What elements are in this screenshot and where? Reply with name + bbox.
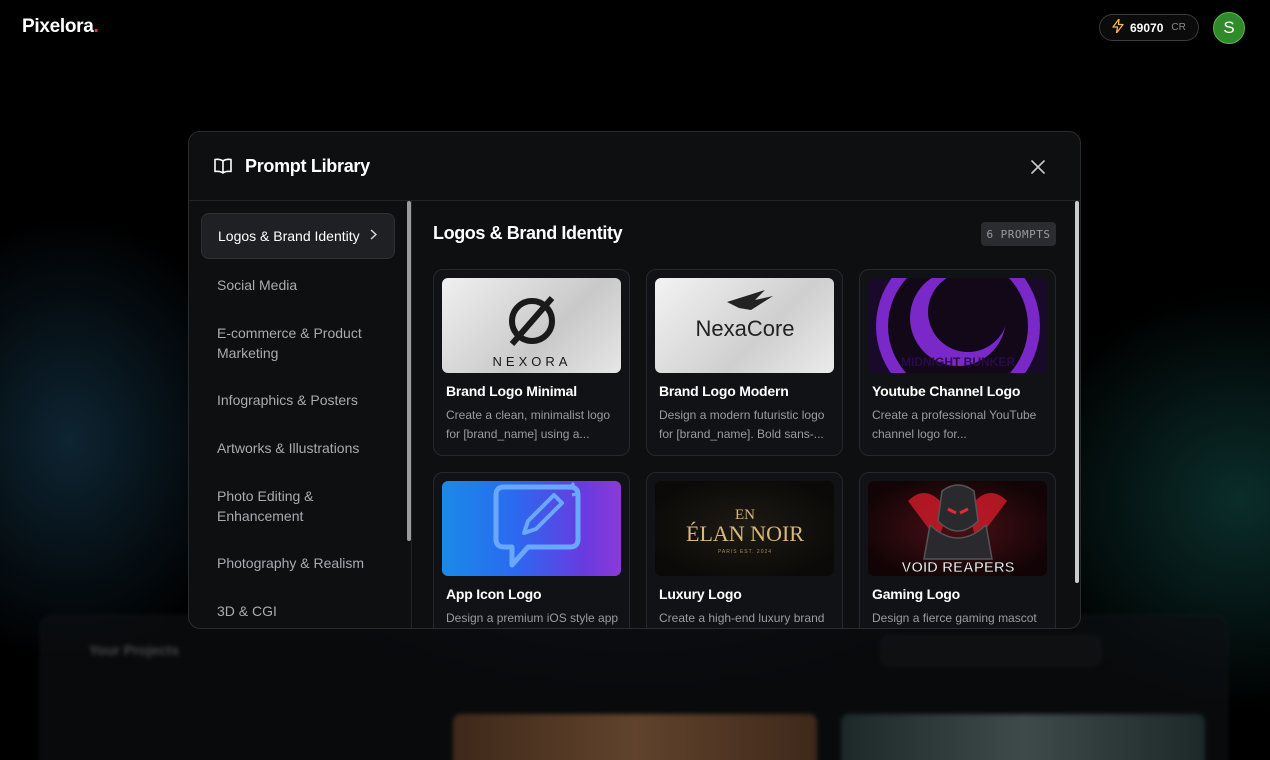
sidebar-item-artworks[interactable]: Artworks & Illustrations — [201, 438, 395, 458]
nexacore-logo-thumbnail: NexaCore — [655, 278, 834, 373]
prompt-card-gaming-logo[interactable]: VOID REAPERS Gaming Logo Design a fierce… — [859, 472, 1056, 628]
sidebar-item-social-media[interactable]: Social Media — [201, 275, 395, 295]
svg-text:MIDNIGHT BUNKER: MIDNIGHT BUNKER — [901, 355, 1015, 369]
background-project-thumb — [453, 714, 817, 760]
card-description: Design a modern futuristic logo for [bra… — [659, 408, 825, 441]
content-scrollbar[interactable] — [1075, 201, 1079, 583]
card-title: Brand Logo Minimal — [446, 383, 577, 399]
void-reapers-logo-thumbnail: VOID REAPERS — [868, 481, 1047, 576]
prompt-library-modal: Prompt Library Logos & Brand Identity So… — [188, 131, 1081, 629]
book-open-icon — [213, 156, 233, 176]
card-title: Brand Logo Modern — [659, 383, 789, 399]
background-search-box — [881, 636, 1101, 666]
credits-pill[interactable]: 69070 CR — [1099, 14, 1199, 41]
prompt-content: Logos & Brand Identity 6 PROMPTS NEXORA … — [413, 201, 1080, 628]
card-description: Design a fierce gaming mascot — [872, 611, 1037, 625]
app-icon-thumbnail — [442, 481, 621, 576]
chevron-right-icon — [370, 226, 377, 246]
credits-unit: CR — [1171, 22, 1186, 33]
card-description: Create a clean, minimalist logo for [bra… — [446, 408, 611, 441]
background-project-thumb — [841, 714, 1205, 760]
card-title: App Icon Logo — [446, 586, 542, 602]
card-title: Youtube Channel Logo — [872, 383, 1021, 399]
elan-noir-logo-thumbnail: EN ÉLAN NOIR PARIS EST. 2024 — [655, 481, 834, 576]
svg-text:ÉLAN NOIR: ÉLAN NOIR — [686, 521, 804, 546]
sidebar-item-label: Logos & Brand Identity — [218, 228, 360, 244]
user-avatar[interactable]: S — [1213, 12, 1245, 44]
svg-text:PARIS EST. 2024: PARIS EST. 2024 — [718, 549, 772, 555]
midnight-bunker-logo-thumbnail: MIDNIGHT BUNKER — [868, 278, 1047, 373]
background-projects-panel: Your Projects — [40, 615, 1228, 760]
modal-title: Prompt Library — [245, 156, 370, 176]
sidebar-item-logos-brand-identity[interactable]: Logos & Brand Identity — [201, 213, 395, 259]
category-title: Logos & Brand Identity — [433, 223, 623, 243]
nexora-logo-thumbnail: NEXORA — [442, 278, 621, 373]
sidebar-scrollbar[interactable] — [407, 201, 411, 541]
card-title: Gaming Logo — [872, 586, 961, 602]
card-description: Design a premium iOS style app — [446, 611, 619, 625]
category-sidebar: Logos & Brand Identity Social Media E-co… — [189, 201, 412, 628]
svg-text:NEXORA: NEXORA — [493, 354, 572, 369]
app-logo[interactable]: Pixelora. — [22, 16, 99, 38]
prompt-card-brand-logo-modern[interactable]: NexaCore Brand Logo Modern Design a mode… — [646, 269, 843, 456]
sidebar-item-infographics[interactable]: Infographics & Posters — [201, 390, 395, 410]
sidebar-item-photo-editing[interactable]: Photo Editing & Enhancement — [201, 486, 395, 526]
prompt-card-brand-logo-minimal[interactable]: NEXORA Brand Logo Minimal Create a clean… — [433, 269, 630, 456]
background-projects-title: Your Projects — [89, 642, 179, 658]
prompt-count-badge: 6 PROMPTS — [981, 222, 1056, 246]
prompt-card-app-icon-logo[interactable]: App Icon Logo Design a premium iOS style… — [433, 472, 630, 628]
close-icon[interactable] — [1027, 156, 1049, 178]
sidebar-item-photography[interactable]: Photography & Realism — [201, 553, 395, 573]
prompt-card-youtube-channel-logo[interactable]: MIDNIGHT BUNKER Youtube Channel Logo Cre… — [859, 269, 1056, 456]
lightning-icon — [1112, 18, 1124, 36]
card-description: Create a high-end luxury brand — [659, 611, 825, 625]
svg-text:NexaCore: NexaCore — [695, 316, 794, 341]
card-title: Luxury Logo — [659, 586, 742, 602]
card-description: Create a professional YouTube channel lo… — [872, 408, 1037, 441]
sidebar-item-3d-cgi[interactable]: 3D & CGI — [201, 601, 395, 621]
modal-header: Prompt Library — [189, 132, 1080, 201]
prompt-card-luxury-logo[interactable]: EN ÉLAN NOIR PARIS EST. 2024 Luxury Logo… — [646, 472, 843, 628]
credits-amount: 69070 — [1130, 20, 1164, 35]
sidebar-item-ecommerce[interactable]: E-commerce & Product Marketing — [201, 323, 395, 363]
svg-text:VOID REAPERS: VOID REAPERS — [901, 559, 1014, 576]
